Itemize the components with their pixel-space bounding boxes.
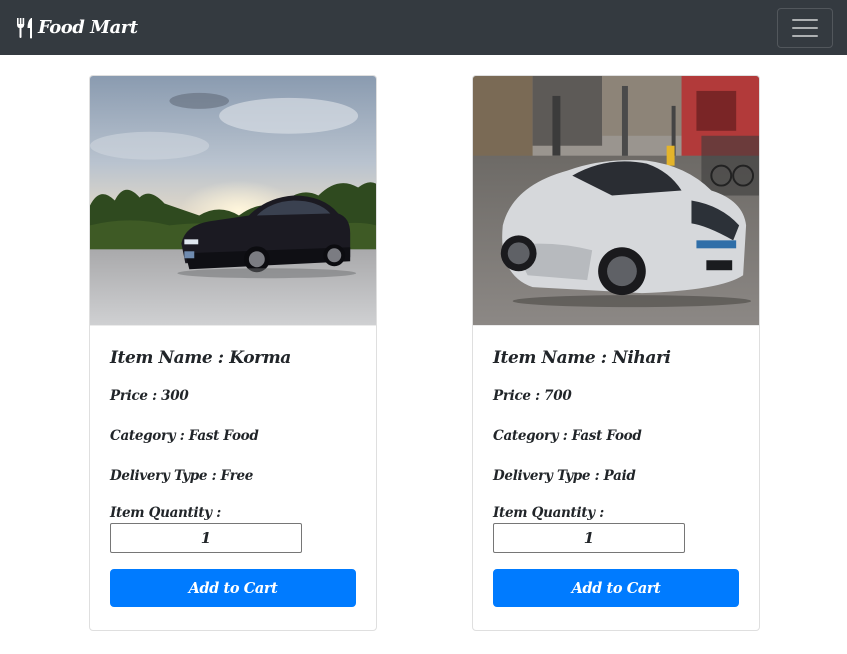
navbar: Food Mart	[0, 0, 847, 55]
item-delivery-type: Delivery Type : Free	[110, 468, 254, 484]
product-card-nihari: Item Name : Nihari Price : 700 Category …	[472, 75, 760, 631]
hamburger-bar	[792, 26, 818, 29]
white-sports-car-photo	[473, 76, 759, 326]
hamburger-bar	[792, 34, 818, 37]
add-to-cart-button[interactable]: Add to Cart	[110, 569, 356, 607]
card-body: Item Name : Korma Price : 300 Category :…	[90, 326, 376, 607]
hamburger-menu-icon	[792, 18, 818, 21]
dark-sedan-car-photo	[90, 76, 376, 326]
item-category: Category : Fast Food	[110, 428, 259, 444]
item-price: Price : 300	[110, 388, 189, 404]
item-name: Item Name : Nihari	[493, 348, 671, 368]
brand-title: Food Mart	[38, 17, 138, 38]
brand-link[interactable]: Food Mart	[16, 17, 138, 39]
product-card-korma: Item Name : Korma Price : 300 Category :…	[89, 75, 377, 631]
card-body: Item Name : Nihari Price : 700 Category …	[473, 326, 759, 607]
item-category: Category : Fast Food	[493, 428, 642, 444]
item-price: Price : 700	[493, 388, 572, 404]
quantity-input[interactable]	[493, 523, 685, 553]
quantity-input[interactable]	[110, 523, 302, 553]
add-to-cart-button[interactable]: Add to Cart	[493, 569, 739, 607]
utensils-icon	[17, 17, 32, 38]
item-quantity-label: Item Quantity :	[110, 505, 221, 521]
navbar-toggler-button[interactable]	[777, 7, 833, 48]
item-quantity-label: Item Quantity :	[493, 505, 604, 521]
item-delivery-type: Delivery Type : Paid	[493, 468, 636, 484]
item-name: Item Name : Korma	[110, 348, 291, 368]
